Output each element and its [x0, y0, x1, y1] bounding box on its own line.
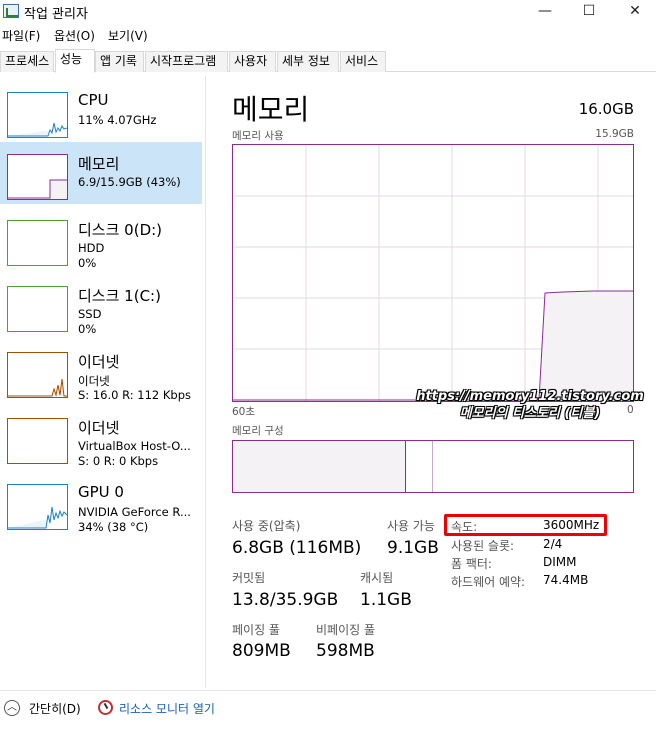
in-use-value: 6.8GB (116MB)	[232, 538, 362, 558]
available-label: 사용 가능	[387, 519, 435, 533]
in-use-label: 사용 중(압축)	[232, 519, 301, 533]
resource-list: CPU 11% 4.07GHz 메모리 6.9/15.9GB (43%) 디스크…	[0, 76, 206, 688]
resource-detail: SSD	[78, 307, 102, 321]
cached-label: 캐시됨	[360, 571, 394, 585]
form-factor-label: 폼 팩터:	[451, 557, 492, 571]
chevron-up-icon[interactable]: ︿	[4, 700, 20, 716]
memory-usage-graph	[232, 144, 634, 402]
resource-memory[interactable]: 메모리 6.9/15.9GB (43%)	[0, 142, 202, 204]
memory-composition-bar	[232, 440, 634, 493]
close-button[interactable]: ✕	[612, 0, 656, 24]
watermark: https://memory112.tistory.com 메모리의 티스토리 …	[414, 388, 646, 422]
tab-details[interactable]: 세부 정보	[277, 51, 339, 72]
resource-cpu[interactable]: CPU 11% 4.07GHz	[0, 80, 202, 142]
resource-gpu[interactable]: GPU 0 NVIDIA GeForce R... 34% (38 °C)	[0, 472, 202, 534]
resource-name: 디스크 0(D:)	[78, 221, 163, 239]
tab-performance[interactable]: 성능	[55, 49, 95, 73]
title-bar: 작업 관리자 — ☐ ✕	[0, 0, 656, 24]
nonpaged-pool-value: 598MB	[316, 641, 375, 661]
slots-used-value: 2/4	[543, 537, 563, 551]
cpu-thumbnail	[7, 92, 68, 138]
memory-composition-label: 메모리 구성	[232, 425, 284, 437]
minimize-button[interactable]: —	[522, 0, 568, 24]
resource-name: GPU 0	[78, 483, 124, 501]
resource-usage: S: 0 R: 0 Kbps	[78, 454, 159, 468]
ethernet-thumbnail	[7, 352, 68, 398]
menu-file[interactable]: 파일(F)	[2, 27, 40, 44]
composition-in-use	[233, 441, 406, 492]
graph-time-left: 60초	[232, 406, 256, 418]
resource-disk-0[interactable]: 디스크 0(D:) HDD 0%	[0, 208, 202, 270]
memory-usage-max: 15.9GB	[595, 128, 634, 140]
collapse-link[interactable]: 간단히(D)	[29, 700, 81, 717]
tab-processes[interactable]: 프로세스	[0, 51, 54, 72]
available-value: 9.1GB	[387, 538, 439, 558]
tab-services[interactable]: 서비스	[340, 51, 386, 72]
window-title: 작업 관리자	[24, 7, 88, 22]
resource-usage: 34% (38 °C)	[78, 520, 149, 534]
menu-options[interactable]: 옵션(O)	[54, 27, 95, 44]
paged-pool-label: 페이징 풀	[232, 623, 280, 637]
speed-highlight-box	[444, 514, 607, 536]
committed-value: 13.8/35.9GB	[232, 590, 339, 610]
maximize-button[interactable]: ☐	[566, 0, 612, 24]
open-resource-monitor-link[interactable]: 리소스 모니터 열기	[119, 700, 215, 717]
resource-name: 이더넷	[78, 353, 120, 371]
resource-name: CPU	[78, 91, 109, 109]
menu-view[interactable]: 보기(V)	[108, 27, 148, 44]
resource-detail: 6.9/15.9GB (43%)	[78, 175, 181, 189]
memory-total: 16.0GB	[578, 100, 634, 118]
tab-app-history[interactable]: 앱 기록	[95, 51, 144, 72]
hardware-reserved-label: 하드웨어 예약:	[451, 575, 526, 589]
disk-thumbnail	[7, 220, 68, 266]
resource-name: 메모리	[78, 155, 120, 173]
cached-value: 1.1GB	[360, 590, 412, 610]
nonpaged-pool-label: 비페이징 풀	[316, 623, 376, 637]
memory-thumbnail	[7, 154, 68, 200]
composition-modified	[406, 441, 433, 492]
gpu-thumbnail	[7, 484, 68, 530]
task-manager-icon	[3, 4, 19, 18]
tab-users[interactable]: 사용자	[229, 51, 276, 72]
form-factor-value: DIMM	[543, 555, 577, 569]
tab-bar: 프로세스 성능 앱 기록 시작프로그램 사용자 세부 정보 서비스	[0, 49, 656, 73]
resource-usage: 0%	[78, 322, 97, 336]
resource-detail: NVIDIA GeForce R...	[78, 505, 191, 519]
resource-usage: S: 16.0 R: 112 Kbps	[78, 388, 191, 402]
ethernet-thumbnail	[7, 418, 68, 464]
slots-used-label: 사용된 슬롯:	[451, 539, 515, 553]
resource-detail: 이더넷	[78, 374, 110, 388]
resource-monitor-icon[interactable]	[98, 700, 113, 715]
composition-free	[433, 441, 633, 492]
resource-name: 디스크 1(C:)	[78, 287, 161, 305]
page-title: 메모리	[232, 93, 310, 126]
resource-ethernet[interactable]: 이더넷 이더넷 S: 16.0 R: 112 Kbps	[0, 340, 202, 402]
resource-detail: 11% 4.07GHz	[78, 113, 157, 127]
resource-disk-1[interactable]: 디스크 1(C:) SSD 0%	[0, 274, 202, 336]
watermark-title: 메모리의 티스토리 (티블)	[459, 406, 601, 421]
resource-usage: 0%	[78, 256, 97, 270]
hardware-reserved-value: 74.4MB	[543, 573, 589, 587]
watermark-url: https://memory112.tistory.com	[416, 389, 644, 404]
resource-detail: HDD	[78, 241, 105, 255]
memory-usage-label: 메모리 사용	[232, 130, 284, 142]
tab-startup[interactable]: 시작프로그램	[145, 51, 228, 72]
disk-thumbnail	[7, 286, 68, 332]
resource-ethernet-virtualbox[interactable]: 이더넷 VirtualBox Host-O... S: 0 R: 0 Kbps	[0, 406, 202, 468]
resource-detail: VirtualBox Host-O...	[78, 439, 191, 453]
committed-label: 커밋됨	[232, 571, 266, 585]
paged-pool-value: 809MB	[232, 641, 291, 661]
resource-name: 이더넷	[78, 419, 120, 437]
footer-bar: ︿ 간단히(D) 리소스 모니터 열기	[0, 690, 656, 731]
